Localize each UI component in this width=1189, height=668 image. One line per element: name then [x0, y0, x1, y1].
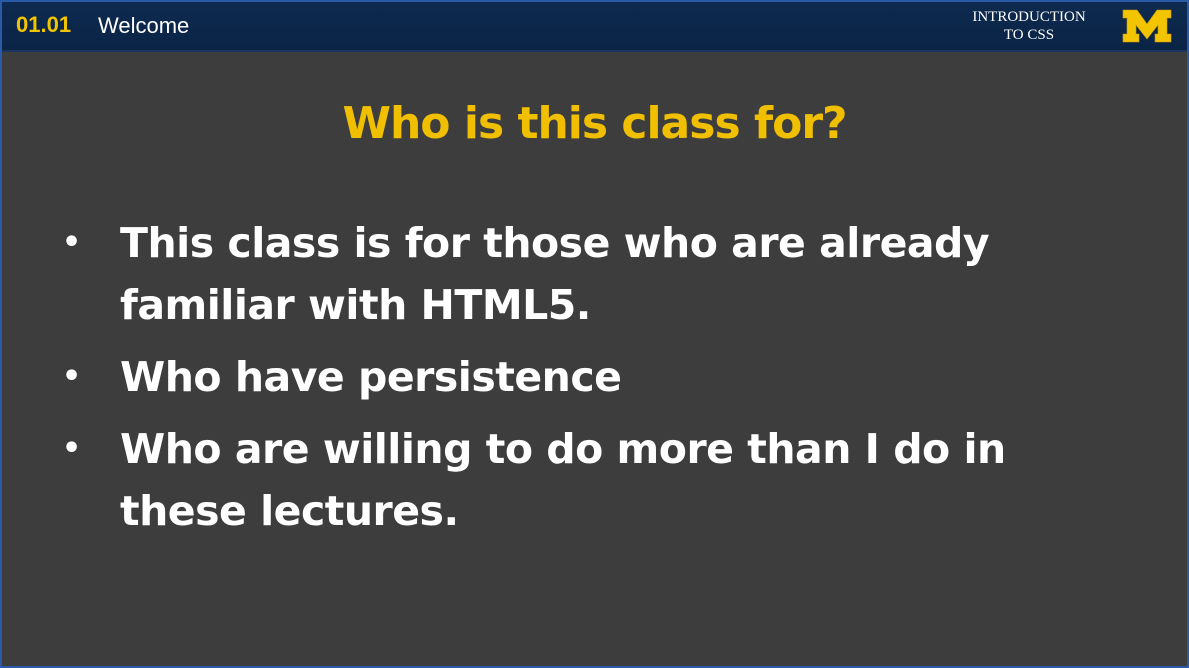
bullet-icon: •	[62, 431, 81, 466]
list-item: • Who have persistence	[56, 346, 1116, 408]
lesson-title: Welcome	[98, 13, 190, 38]
list-item: • Who are willing to do more than I do i…	[56, 418, 1116, 542]
lesson-number: 01.01	[16, 12, 72, 37]
list-item: • This class is for those who are alread…	[56, 212, 1116, 336]
bullet-icon: •	[62, 359, 81, 394]
bullet-icon: •	[62, 225, 81, 260]
bullet-text: Who have persistence	[120, 353, 622, 401]
course-title-line1: INTRODUCTION	[972, 9, 1086, 25]
course-title: INTRODUCTION TO CSS	[949, 8, 1109, 44]
bullet-list: • This class is for those who are alread…	[56, 212, 1116, 552]
bullet-text: Who are willing to do more than I do in …	[120, 425, 1006, 535]
course-title-line2: TO CSS	[1003, 27, 1055, 43]
university-m-logo-icon	[1122, 9, 1172, 43]
slide: 01.01 Welcome INTRODUCTION TO CSS Who is…	[0, 0, 1189, 668]
header-bar: 01.01 Welcome INTRODUCTION TO CSS	[2, 2, 1187, 52]
bullet-text: This class is for those who are already …	[120, 219, 990, 329]
slide-title: Who is this class for?	[342, 98, 847, 149]
